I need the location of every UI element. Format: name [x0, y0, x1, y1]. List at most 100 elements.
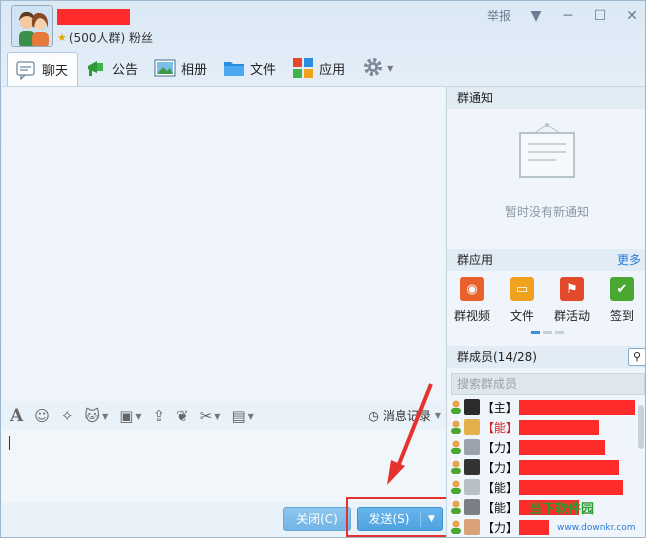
avatar	[464, 459, 480, 475]
video-camera-icon: ◉	[460, 277, 484, 301]
apps-header: 群应用 更多	[447, 249, 645, 271]
flag-icon: ⚑	[560, 277, 584, 301]
apps-more-link[interactable]: 更多	[617, 249, 641, 271]
chevron-down-icon: ▼	[434, 411, 441, 420]
chat-icon	[15, 60, 37, 80]
message-history-button[interactable]: ◷ 消息记录 ▼	[368, 407, 441, 424]
input-toolbar: A ☺ ✧ 🐱 ▼ ▣ ▼ ⇪ ❦ ✂ ▼ ▤ ▼ ◷ 消息记录 ▼	[2, 402, 445, 430]
chevron-down-icon: ▼	[102, 411, 109, 421]
tab-files[interactable]: 文件	[216, 52, 285, 84]
pager-dot-active	[531, 331, 540, 334]
app-label: 群活动	[553, 309, 590, 323]
online-status-icon	[450, 400, 462, 414]
apps-pager[interactable]	[531, 331, 564, 334]
member-name-redacted	[519, 419, 600, 435]
chevron-down-icon: ▼	[387, 63, 394, 73]
member-role: 【能】	[482, 420, 519, 435]
list-item[interactable]: 【能】	[447, 417, 635, 437]
more-tools-dropdown[interactable]: ▤ ▼	[231, 407, 253, 425]
sticker-dropdown[interactable]: 🐱 ▼	[84, 407, 108, 425]
member-name-redacted	[519, 479, 624, 495]
search-icon[interactable]: ⚲	[628, 348, 645, 366]
tab-album-label: 相册	[181, 62, 208, 78]
site-watermark: 当下软件园 www.downkr.com	[529, 501, 645, 537]
minimize-icon[interactable]: ─	[561, 8, 575, 24]
folder-icon	[223, 58, 245, 78]
message-history-label: 消息记录	[382, 409, 431, 423]
folder-icon: ▭	[510, 277, 534, 301]
notice-empty-text: 暂时没有新通知	[504, 205, 589, 219]
pager-dot	[555, 331, 564, 334]
gift-icon[interactable]: ❦	[176, 407, 189, 425]
avatar	[464, 499, 480, 515]
sticker-icon: 🐱	[84, 407, 101, 425]
list-item[interactable]: 【力】	[447, 457, 635, 477]
tab-announcement[interactable]: 公告	[78, 52, 147, 84]
album-icon	[154, 58, 176, 78]
avatar	[464, 399, 480, 415]
notice-board-icon	[518, 121, 576, 186]
close-icon[interactable]: ✕	[625, 8, 639, 24]
app-check-in[interactable]: ✔ 签到	[598, 277, 645, 324]
text-cursor	[9, 436, 10, 450]
image-dropdown[interactable]: ▣ ▼	[119, 407, 141, 425]
apps-icon	[292, 58, 314, 78]
maximize-icon[interactable]: ☐	[593, 8, 607, 24]
avatar	[464, 439, 480, 455]
menu-dropdown-icon[interactable]: ▼	[529, 8, 543, 24]
report-link[interactable]: 举报	[487, 7, 511, 24]
watermark-text: 当下软件园	[529, 502, 595, 517]
group-chat-window: ★ (500人群) 粉丝 举报 ▼ ─ ☐ ✕ 聊天 公告 相册 文件 应用 ▼…	[0, 0, 646, 538]
font-icon[interactable]: A	[10, 406, 23, 426]
member-search-input[interactable]: 搜索群成员	[451, 373, 645, 395]
app-files[interactable]: ▭ 文件	[498, 277, 546, 324]
upload-icon[interactable]: ⇪	[153, 407, 166, 425]
chevron-down-icon: ▼	[247, 411, 254, 421]
app-group-activity[interactable]: ⚑ 群活动	[548, 277, 596, 324]
tab-files-label: 文件	[250, 62, 277, 78]
message-input[interactable]	[2, 430, 445, 502]
list-item[interactable]: 【主】	[447, 397, 635, 417]
list-item[interactable]: 【能】	[447, 477, 635, 497]
tab-announcement-label: 公告	[112, 62, 139, 78]
apps-title: 群应用	[457, 253, 494, 267]
tab-apps[interactable]: 应用	[285, 52, 354, 84]
settings-dropdown[interactable]: ▼	[354, 56, 393, 81]
chat-message-area[interactable]	[2, 86, 445, 402]
close-button[interactable]: 关闭(C)	[283, 507, 351, 531]
tab-chat[interactable]: 聊天	[7, 52, 79, 86]
member-role: 【力】	[482, 440, 519, 455]
notice-header: 群通知	[447, 87, 645, 109]
app-label: 文件	[509, 309, 534, 323]
app-group-video[interactable]: ◉ 群视频	[448, 277, 496, 324]
avatar	[464, 419, 480, 435]
tab-bar: 聊天 公告 相册 文件 应用 ▼	[7, 51, 393, 86]
member-role: 【能】	[482, 500, 519, 515]
gear-icon	[362, 56, 384, 81]
screenshot-dropdown[interactable]: ✂ ▼	[200, 407, 221, 425]
members-header: 群成员(14/28) ⚲	[447, 346, 645, 368]
checkmark-icon: ✔	[610, 277, 634, 301]
member-name-redacted	[519, 459, 620, 475]
online-status-icon	[450, 420, 462, 434]
scrollbar-thumb[interactable]	[638, 405, 644, 449]
member-role: 【能】	[482, 480, 519, 495]
list-item[interactable]: 【力】	[447, 437, 635, 457]
group-avatar[interactable]	[11, 5, 53, 47]
emoji-icon[interactable]: ☺	[34, 407, 50, 425]
member-name-redacted	[518, 399, 635, 415]
highlight-box	[346, 497, 452, 537]
tab-chat-label: 聊天	[42, 64, 69, 79]
titlebar-controls: 举报 ▼ ─ ☐ ✕	[487, 7, 639, 24]
members-title: 群成员(14/28)	[457, 350, 537, 364]
watermark-url: www.downkr.com	[557, 523, 636, 533]
app-label: 群视频	[453, 309, 490, 323]
more-icon: ▤	[231, 407, 246, 425]
tab-album[interactable]: 相册	[147, 52, 216, 84]
group-name-redacted	[57, 9, 130, 25]
app-label: 签到	[609, 309, 634, 323]
online-status-icon	[450, 500, 462, 514]
member-role: 【力】	[482, 520, 519, 535]
magic-icon[interactable]: ✧	[61, 407, 74, 425]
online-status-icon	[450, 520, 462, 534]
